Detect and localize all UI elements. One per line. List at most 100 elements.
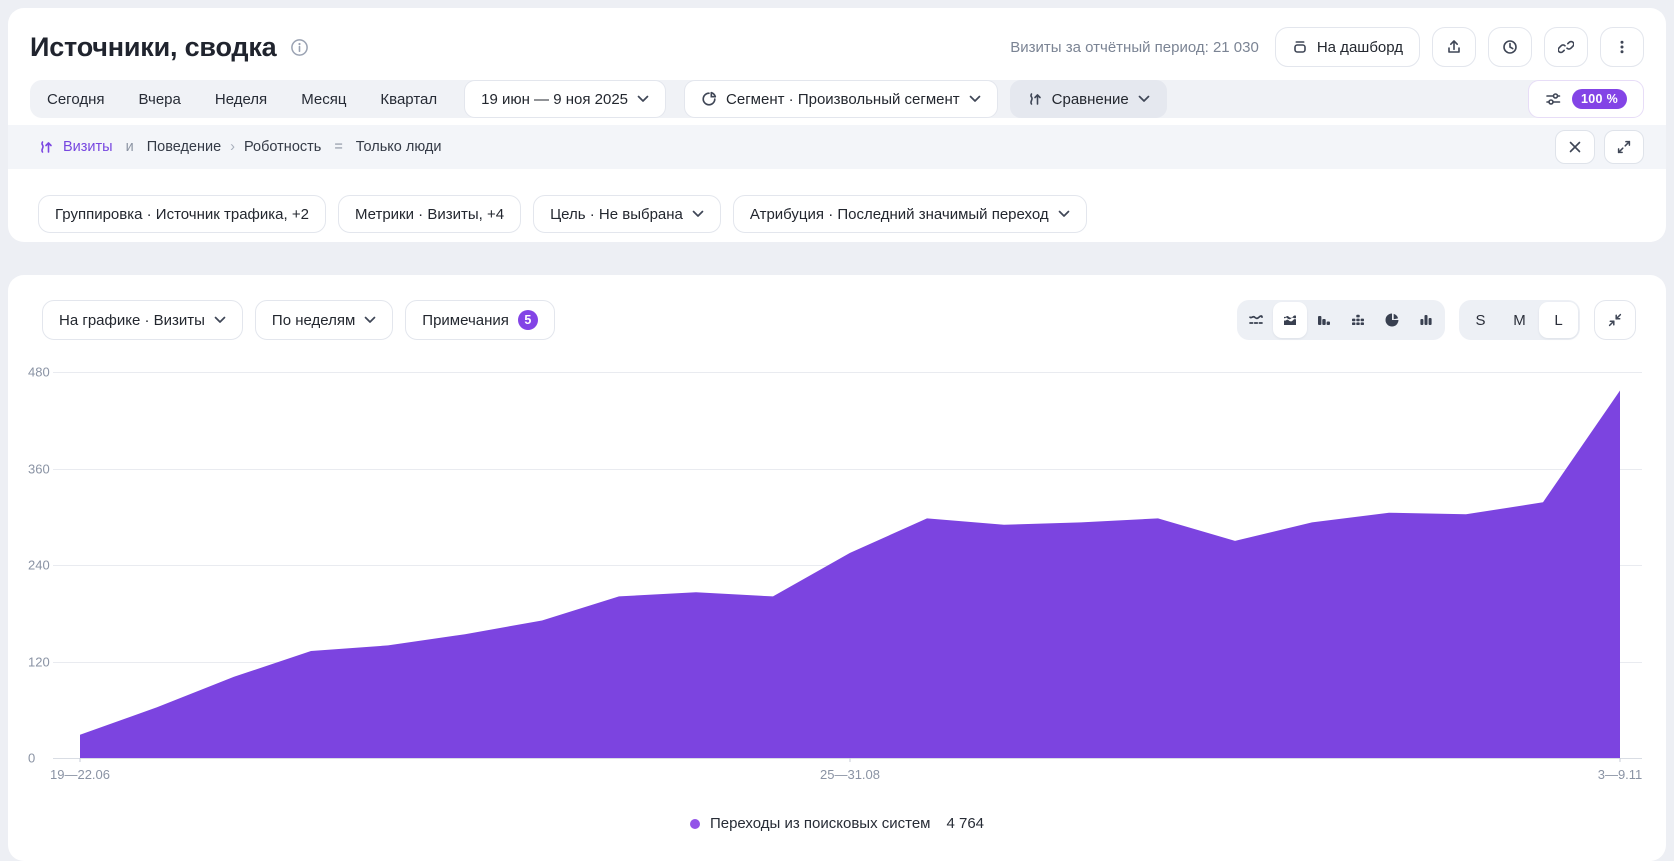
chart-card: На графике · Визиты По неделям Примечани… <box>8 275 1666 861</box>
preset-today[interactable]: Сегодня <box>30 80 122 118</box>
attribution-selector[interactable]: Атрибуция · Последний значимый переход <box>733 195 1087 233</box>
segment-selector[interactable]: Сегмент · Произвольный сегмент <box>684 80 998 118</box>
x-axis-line <box>53 758 1642 759</box>
on-chart-selector[interactable]: На графике · Визиты <box>42 300 243 340</box>
size-m-button[interactable]: M <box>1500 302 1539 338</box>
copy-link-button[interactable] <box>1544 27 1588 67</box>
y-tick-label: 0 <box>28 751 35 766</box>
date-range-label: 19 июн — 9 ноя 2025 <box>481 91 628 108</box>
on-chart-label: На графике · Визиты <box>59 312 205 329</box>
filter-remove-button[interactable] <box>1555 130 1595 164</box>
close-icon <box>1568 140 1582 154</box>
area-chart[interactable]: 480 360 240 120 0 19—22.0625—31.083—9.11 <box>53 372 1642 758</box>
notes-button[interactable]: Примечания 5 <box>405 300 555 340</box>
filter-expand-button[interactable] <box>1604 130 1644 164</box>
to-dashboard-label: На дашборд <box>1317 39 1403 56</box>
filter-metric-link[interactable]: Визиты <box>63 139 113 155</box>
y-tick-label: 240 <box>28 558 50 573</box>
sliders-icon <box>1545 91 1562 107</box>
chart-size-switcher: S M L <box>1459 300 1580 340</box>
goal-selector[interactable]: Цель · Не выбрана <box>533 195 721 233</box>
comparison-icon <box>1027 91 1043 107</box>
chart-controls-left: На графике · Визиты По неделям Примечани… <box>42 300 555 340</box>
preset-quarter[interactable]: Квартал <box>363 80 454 118</box>
page-title: Источники, сводка <box>30 32 276 63</box>
size-l-button[interactable]: L <box>1539 302 1578 338</box>
breadcrumb-separator: › <box>230 139 235 155</box>
filter-bar: Визиты и Поведение › Роботность = Только… <box>8 125 1666 169</box>
legend-series-label: Переходы из поисковых систем <box>710 815 931 832</box>
to-dashboard-button[interactable]: На дашборд <box>1275 27 1420 67</box>
chart-type-line-button[interactable] <box>1239 302 1273 338</box>
chart-controls: На графике · Визиты По неделям Примечани… <box>42 300 1636 340</box>
size-s-button[interactable]: S <box>1461 302 1500 338</box>
column-chart-icon <box>1418 312 1434 328</box>
info-icon[interactable] <box>290 38 309 57</box>
chevron-down-icon <box>969 95 981 103</box>
link-icon <box>1558 39 1574 55</box>
goal-label: Цель · Не выбрана <box>550 206 683 223</box>
preset-month[interactable]: Месяц <box>284 80 363 118</box>
metrics-selector[interactable]: Метрики · Визиты, +4 <box>338 195 521 233</box>
chevron-down-icon <box>214 316 226 324</box>
chevron-down-icon <box>1058 210 1070 218</box>
filter-operator: = <box>334 139 342 155</box>
chevron-down-icon <box>692 210 704 218</box>
comparison-label: Сравнение <box>1052 91 1129 108</box>
preset-yesterday[interactable]: Вчера <box>122 80 198 118</box>
area-chart-icon <box>1282 312 1298 328</box>
comparison-selector[interactable]: Сравнение <box>1010 80 1167 118</box>
pie-chart-icon <box>1384 312 1400 328</box>
attribution-label: Атрибуция · Последний значимый переход <box>750 206 1049 223</box>
chart-type-columns-button[interactable] <box>1409 302 1443 338</box>
sampling-badge: 100 % <box>1572 89 1627 109</box>
expand-icon <box>1617 140 1631 154</box>
chart-legend[interactable]: Переходы из поисковых систем 4 764 <box>8 815 1666 832</box>
dashboard-icon <box>1292 39 1308 55</box>
visits-period-total: Визиты за отчётный период: 21 030 <box>1010 39 1259 56</box>
legend-dot <box>690 819 700 829</box>
notes-label: Примечания <box>422 312 509 329</box>
y-tick-label: 120 <box>28 654 50 669</box>
metrica-report-page: Источники, сводка Визиты за отчётный пер… <box>0 0 1674 861</box>
more-menu-button[interactable] <box>1600 27 1644 67</box>
chart-type-bars-button[interactable] <box>1307 302 1341 338</box>
collapse-icon <box>1608 313 1622 327</box>
header-actions: Визиты за отчётный период: 21 030 На даш… <box>1010 27 1644 67</box>
line-chart-icon <box>1248 312 1264 328</box>
area-series <box>80 391 1620 759</box>
collapse-chart-button[interactable] <box>1594 300 1636 340</box>
chart-type-stacked-button[interactable] <box>1341 302 1375 338</box>
date-toolbar: Сегодня Вчера Неделя Месяц Квартал 19 ию… <box>30 80 1644 118</box>
filter-conjunction: и <box>126 139 134 155</box>
filter-value[interactable]: Только люди <box>356 139 442 155</box>
share-icon <box>1446 39 1462 55</box>
sampling-button[interactable]: 100 % <box>1528 80 1644 118</box>
x-tick-label: 25—31.08 <box>820 767 880 782</box>
export-button[interactable] <box>1432 27 1476 67</box>
x-tick <box>850 758 851 762</box>
grouping-selector[interactable]: Группировка · Источник трафика, +2 <box>38 195 326 233</box>
area-plot <box>53 372 1642 758</box>
chart-type-area-button[interactable] <box>1273 302 1307 338</box>
chart-type-pie-button[interactable] <box>1375 302 1409 338</box>
bar-chart-icon <box>1316 312 1332 328</box>
chart-type-switcher <box>1237 300 1445 340</box>
x-tick <box>1620 758 1621 762</box>
filter-path-parent[interactable]: Поведение <box>147 139 221 155</box>
notes-count-badge: 5 <box>518 310 538 330</box>
history-button[interactable] <box>1488 27 1532 67</box>
preset-week[interactable]: Неделя <box>198 80 284 118</box>
date-range-picker[interactable]: 19 июн — 9 ноя 2025 <box>464 80 666 118</box>
filter-expression: Визиты и Поведение › Роботность = Только… <box>38 139 441 155</box>
chevron-down-icon <box>637 95 649 103</box>
legend-series-value: 4 764 <box>946 815 984 832</box>
grouping-label: Группировка · Источник трафика, +2 <box>55 206 309 223</box>
x-tick-label: 3—9.11 <box>1598 767 1643 782</box>
y-tick-label: 360 <box>28 461 50 476</box>
period-selector[interactable]: По неделям <box>255 300 393 340</box>
filter-bar-actions <box>1555 130 1644 164</box>
segment-label: Сегмент · Произвольный сегмент <box>726 91 960 108</box>
x-tick <box>80 758 81 762</box>
filter-path-child[interactable]: Роботность <box>244 139 321 155</box>
